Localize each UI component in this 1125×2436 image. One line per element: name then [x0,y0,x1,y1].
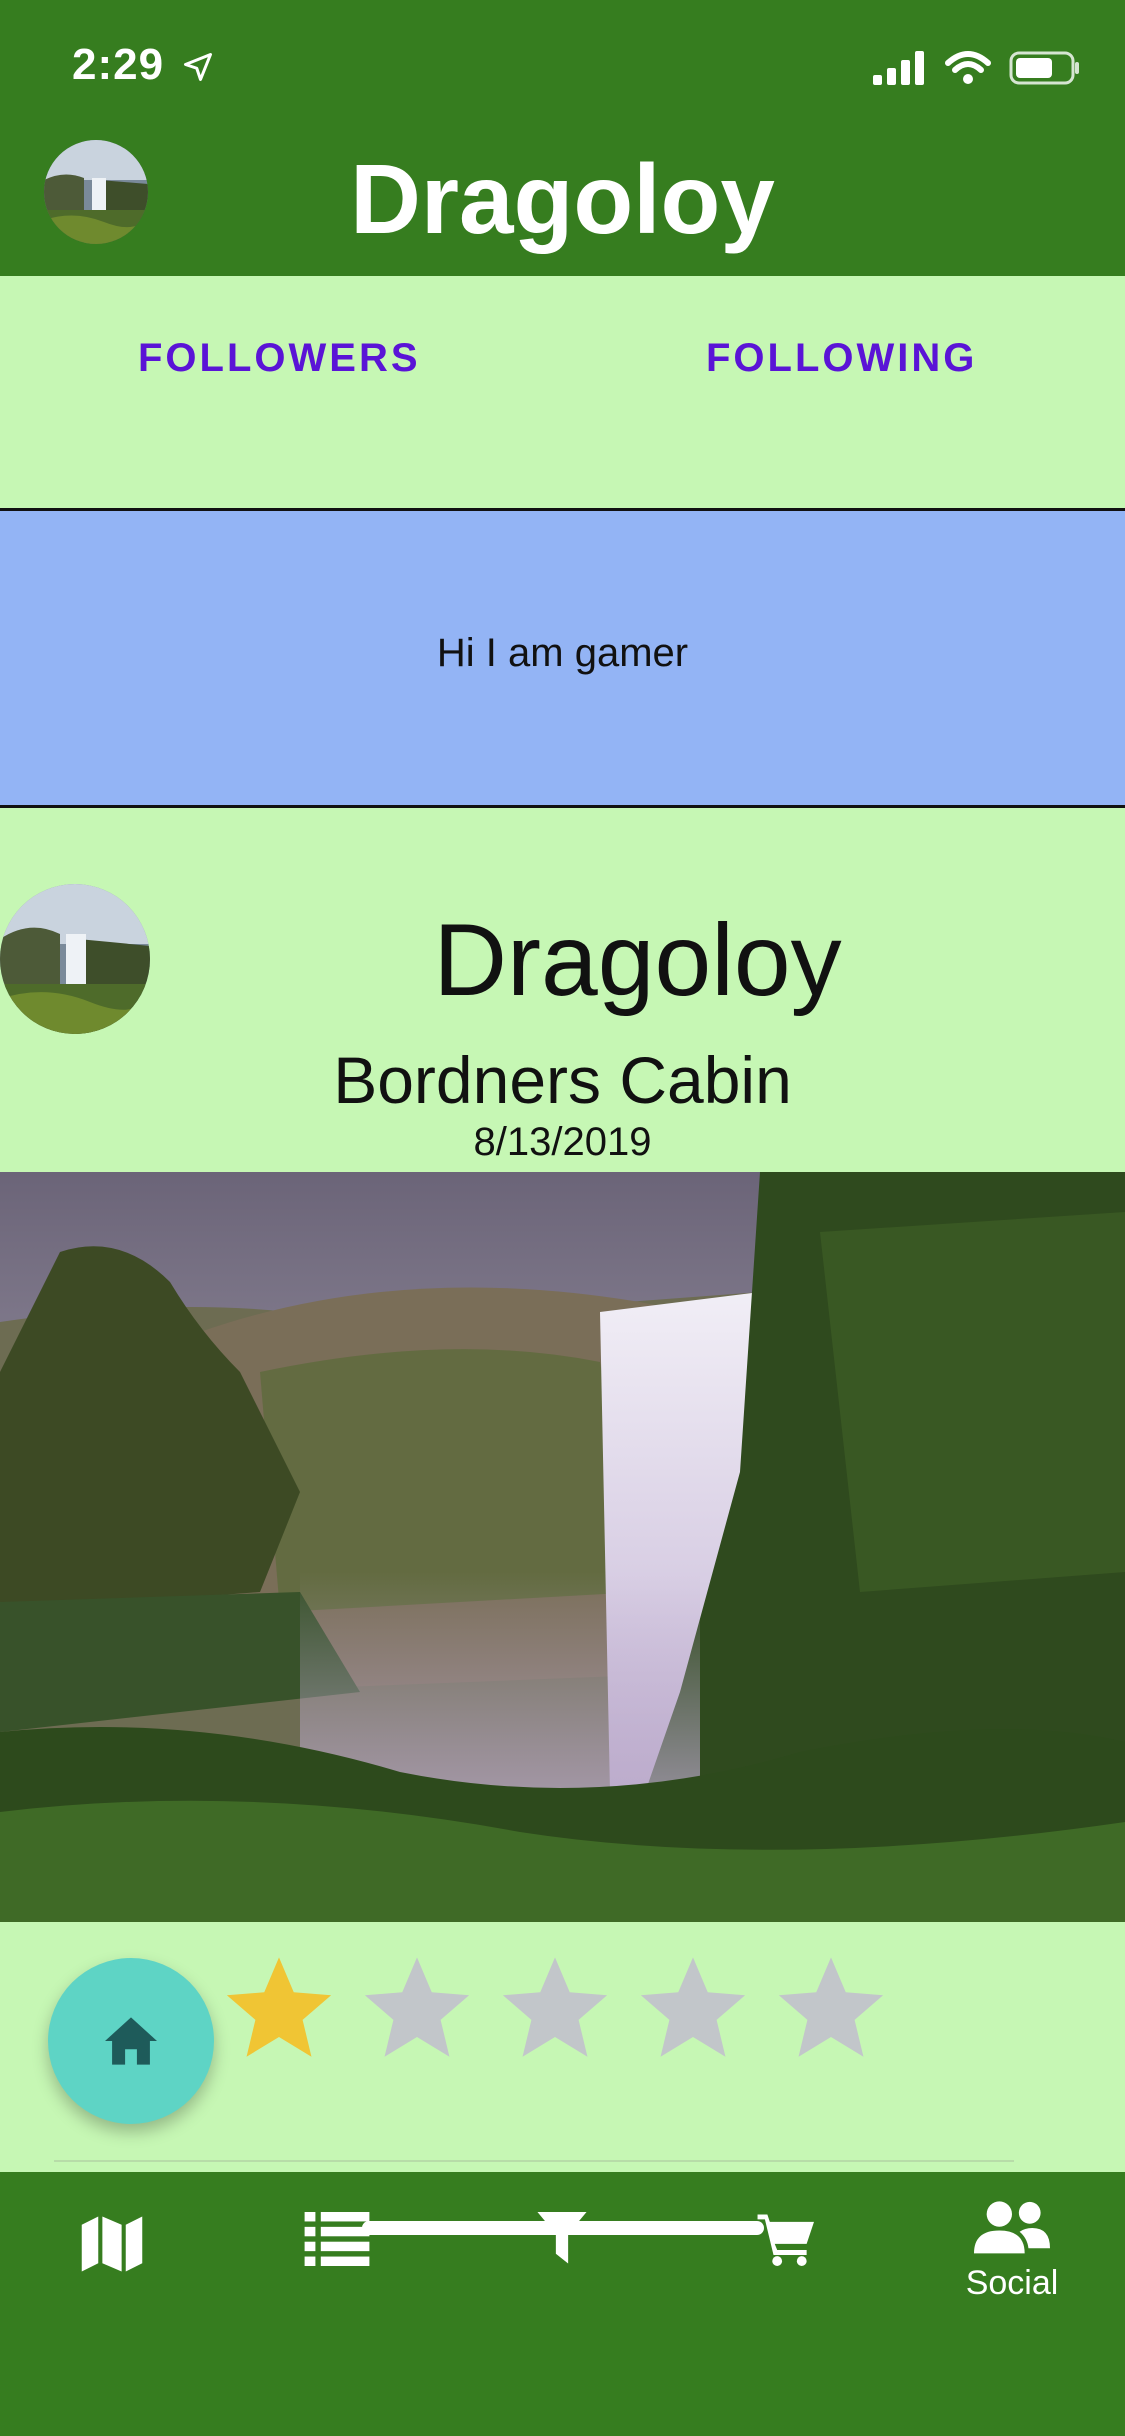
users-icon [974,2201,1050,2254]
home-icon [105,2017,157,2065]
bio-text: Hi I am gamer [436,631,689,675]
followers-button[interactable]: FOLLOWERS [138,336,421,381]
star-icon-2[interactable] [358,1950,476,2068]
tab-social-label: Social [965,2264,1059,2302]
post-location[interactable]: Bordners Cabin [0,1042,1125,1118]
status-time: 2:29 [72,40,213,90]
post-photo[interactable] [0,1172,1125,1922]
cart-icon [757,2214,814,2266]
location-arrow-icon [184,53,213,82]
signal-icon [873,51,924,85]
star-icon-5[interactable] [772,1950,890,2068]
bio-panel: Hi I am gamer [0,511,1125,808]
wifi-icon [945,51,991,84]
tab-bar: Social [0,2172,1125,2436]
status-bar: 2:29 [0,0,1125,140]
home-indicator [362,2221,764,2235]
post-avatar[interactable] [0,884,150,1034]
post-author[interactable]: Dragoloy [150,905,1125,1015]
app-header: Dragoloy [0,140,1125,276]
follow-bar: FOLLOWERS FOLLOWING [0,276,1125,511]
star-rating [220,1950,890,2068]
divider [54,2160,1014,2162]
post-avatar-image [0,884,150,1034]
star-icon-3[interactable] [496,1950,614,2068]
home-button[interactable] [48,1958,214,2124]
tab-social[interactable]: Social [937,2200,1087,2320]
tab-map[interactable] [37,2212,187,2332]
map-icon [81,2216,143,2272]
waterfall-photo [0,1172,1125,1922]
status-time-text: 2:29 [72,40,165,89]
battery-icon [1009,51,1079,85]
page-title: Dragoloy [350,144,775,254]
star-icon-4[interactable] [634,1950,752,2068]
status-icons [873,50,1081,86]
list-icon [304,2212,370,2266]
following-button[interactable]: FOLLOWING [706,336,977,381]
star-icon-1[interactable] [220,1950,338,2068]
post-date: 8/13/2019 [473,1120,652,1164]
